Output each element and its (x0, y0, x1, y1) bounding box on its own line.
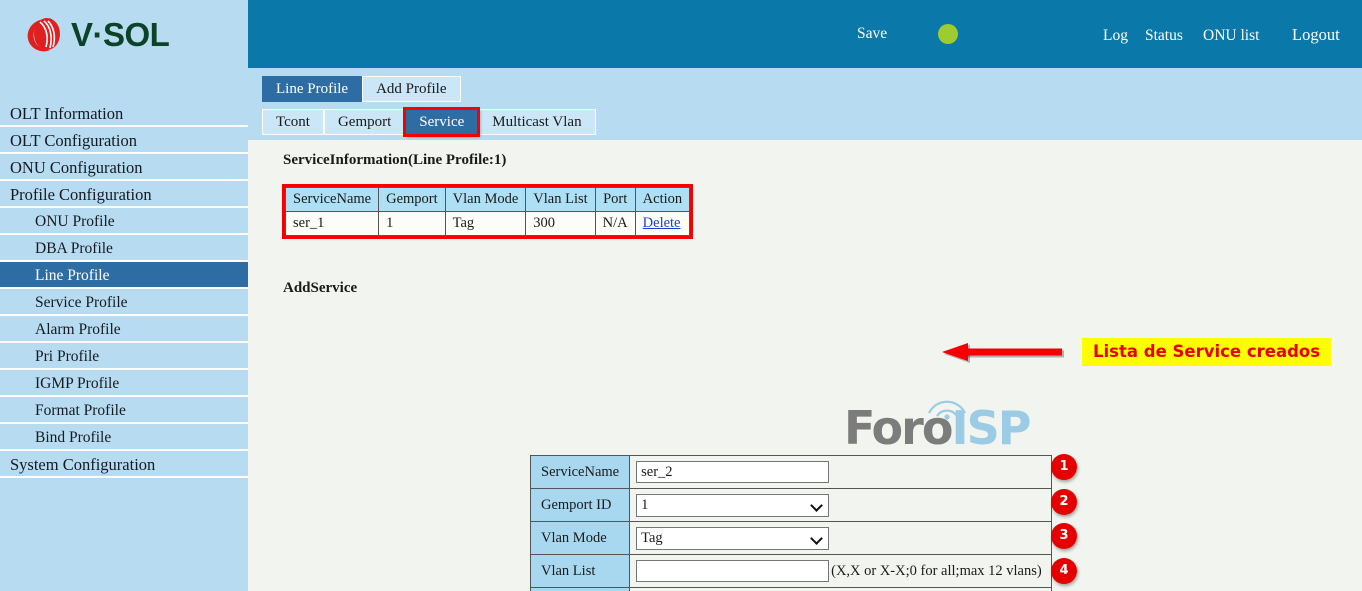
field-service-name (630, 456, 1052, 489)
secondary-tab-row: Tcont Gemport Service Multicast Vlan (262, 109, 596, 135)
onu-list-link[interactable]: ONU list (1203, 27, 1259, 45)
log-link[interactable]: Log (1103, 27, 1128, 45)
add-service-title: AddService (283, 280, 357, 297)
cell-vlan-list: 300 (526, 212, 595, 236)
status-link[interactable]: Status (1145, 27, 1183, 45)
sidebar-item-line-profile[interactable]: Line Profile (0, 262, 248, 289)
sidebar-item-pri-profile[interactable]: Pri Profile (0, 343, 248, 370)
table-row: ser_1 1 Tag 300 N/A Delete (286, 212, 690, 236)
sidebar-item-service-profile[interactable]: Service Profile (0, 289, 248, 316)
sidebar-item-system-configuration[interactable]: System Configuration (0, 451, 248, 478)
service-name-input[interactable] (636, 461, 829, 483)
sidebar-item-onu-profile[interactable]: ONU Profile (0, 208, 248, 235)
sidebar-item-onu-configuration[interactable]: ONU Configuration (0, 154, 248, 181)
label-service-name: ServiceName (531, 456, 630, 489)
annotation-arrow-icon (942, 343, 1064, 365)
antenna-icon (924, 382, 970, 410)
step-badge-4: 4 (1051, 558, 1077, 584)
sidebar-item-dba-profile[interactable]: DBA Profile (0, 235, 248, 262)
form-row-gemport-id: Gemport ID 1 (531, 489, 1052, 522)
logout-link[interactable]: Logout (1292, 25, 1340, 45)
sidebar-item-format-profile[interactable]: Format Profile (0, 397, 248, 424)
column-header-vlan-list: Vlan List (526, 188, 595, 212)
top-header-bar: Save Log Status ONU list Logout (248, 0, 1362, 68)
tab-multicast-vlan[interactable]: Multicast Vlan (478, 109, 595, 135)
column-header-action: Action (635, 188, 689, 212)
label-port-type: Port Type (531, 588, 630, 591)
tab-service[interactable]: Service (405, 109, 478, 135)
column-header-gemport: Gemport (379, 188, 446, 212)
tab-add-profile[interactable]: Add Profile (362, 76, 460, 102)
field-vlan-mode: Tag (630, 522, 1052, 555)
column-header-vlan-mode: Vlan Mode (445, 188, 526, 212)
label-vlan-mode: Vlan Mode (531, 522, 630, 555)
sidebar: V·SOL OLT Information OLT Configuration … (0, 0, 248, 591)
form-row-port-type: Port Type N/A (531, 588, 1052, 591)
brand-logo[interactable]: V·SOL (0, 0, 248, 68)
vlan-list-hint: (X,X or X-X;0 for all;max 12 vlans) (831, 563, 1042, 579)
cell-action: Delete (635, 212, 689, 236)
sidebar-item-profile-configuration[interactable]: Profile Configuration (0, 181, 248, 208)
vlan-mode-select[interactable]: Tag (636, 527, 829, 550)
primary-tab-row: Line Profile Add Profile (262, 76, 461, 102)
column-header-service-name: ServiceName (286, 188, 379, 212)
cell-service-name: ser_1 (286, 212, 379, 236)
main-content: ServiceInformation(Line Profile:1) Servi… (248, 140, 1362, 591)
tab-line-profile[interactable]: Line Profile (262, 76, 362, 102)
label-vlan-list: Vlan List (531, 555, 630, 588)
step-badge-2: 2 (1051, 489, 1077, 515)
add-service-form: ServiceName Gemport ID 1 Vlan Mode (530, 455, 1052, 591)
vsol-logo-icon (22, 12, 66, 56)
watermark-text-isp: ISP (951, 401, 1029, 455)
column-header-port: Port (595, 188, 635, 212)
sidebar-item-alarm-profile[interactable]: Alarm Profile (0, 316, 248, 343)
brand-logo-text: V·SOL (71, 18, 169, 51)
field-vlan-list: (X,X or X-X;0 for all;max 12 vlans) (630, 555, 1052, 588)
vlan-list-input[interactable] (636, 560, 829, 582)
table-header-row: ServiceName Gemport Vlan Mode Vlan List … (286, 188, 690, 212)
form-row-vlan-list: Vlan List (X,X or X-X;0 for all;max 12 v… (531, 555, 1052, 588)
delete-link[interactable]: Delete (643, 215, 681, 231)
tab-gemport[interactable]: Gemport (324, 109, 405, 135)
label-gemport-id: Gemport ID (531, 489, 630, 522)
service-information-table: ServiceName Gemport Vlan Mode Vlan List … (285, 187, 690, 236)
form-row-vlan-mode: Vlan Mode Tag (531, 522, 1052, 555)
sidebar-item-bind-profile[interactable]: Bind Profile (0, 424, 248, 451)
field-gemport-id: 1 (630, 489, 1052, 522)
field-port-type: N/A (630, 588, 1052, 591)
foroisp-watermark: ForoISP (844, 405, 1029, 451)
step-badge-3: 3 (1051, 523, 1077, 549)
sidebar-item-igmp-profile[interactable]: IGMP Profile (0, 370, 248, 397)
service-information-title: ServiceInformation(Line Profile:1) (283, 152, 506, 169)
tab-tcont[interactable]: Tcont (262, 109, 324, 135)
sidebar-nav: OLT Information OLT Configuration ONU Co… (0, 100, 248, 478)
annotation-label-service-list: Lista de Service creados (1082, 338, 1331, 366)
step-badge-1: 1 (1051, 454, 1077, 480)
cell-gemport: 1 (379, 212, 446, 236)
vlan-mode-select-wrapper: Tag (636, 527, 829, 550)
tab-strip: Line Profile Add Profile Tcont Gemport S… (248, 68, 1362, 140)
sidebar-item-olt-configuration[interactable]: OLT Configuration (0, 127, 248, 154)
save-button[interactable]: Save (857, 25, 887, 43)
status-indicator-icon (938, 24, 958, 44)
cell-vlan-mode: Tag (445, 212, 526, 236)
sidebar-item-olt-information[interactable]: OLT Information (0, 100, 248, 127)
application-window: V·SOL OLT Information OLT Configuration … (0, 0, 1362, 591)
service-information-table-highlight: ServiceName Gemport Vlan Mode Vlan List … (282, 184, 693, 239)
form-row-service-name: ServiceName (531, 456, 1052, 489)
gemport-id-select[interactable]: 1 (636, 494, 829, 517)
gemport-id-select-wrapper: 1 (636, 494, 829, 517)
watermark-text-foro: Foro (844, 401, 951, 455)
cell-port: N/A (595, 212, 635, 236)
